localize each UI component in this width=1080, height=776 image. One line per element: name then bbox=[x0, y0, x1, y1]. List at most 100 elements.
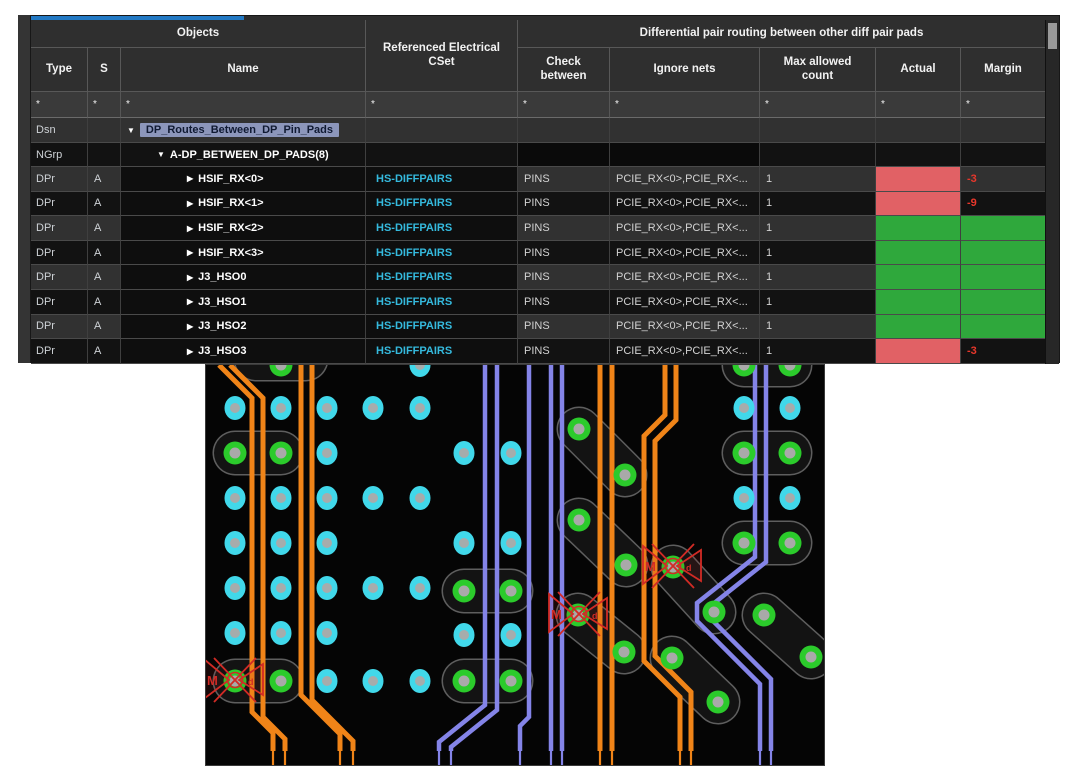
object-name[interactable]: J3_HSO3 bbox=[198, 345, 246, 357]
cell-actual[interactable] bbox=[876, 290, 961, 315]
cell-s[interactable]: A bbox=[88, 216, 121, 241]
expand-arrow-icon[interactable]: ▶ bbox=[187, 322, 193, 331]
cell-s[interactable]: A bbox=[88, 240, 121, 266]
expand-arrow-icon[interactable]: ▶ bbox=[187, 199, 193, 208]
cell-name[interactable]: ▶ J3_HSO2 bbox=[121, 314, 366, 340]
object-name[interactable]: J3_HSO1 bbox=[198, 296, 246, 308]
expand-arrow-icon[interactable]: ▶ bbox=[187, 273, 193, 282]
cell-margin[interactable]: -9 bbox=[961, 191, 1046, 217]
expand-arrow-icon[interactable]: ▶ bbox=[187, 224, 193, 233]
cell-actual[interactable] bbox=[876, 339, 961, 364]
cell-s[interactable]: A bbox=[88, 191, 121, 217]
column-header-ref-cset[interactable]: Referenced Electrical CSet bbox=[366, 20, 518, 92]
cell-ignore-nets[interactable]: PCIE_RX<0>,PCIE_RX<... bbox=[610, 216, 760, 241]
object-name[interactable]: HSIF_RX<2> bbox=[198, 222, 263, 234]
group-header-diff-pair[interactable]: Differential pair routing between other … bbox=[518, 20, 1046, 48]
scrollbar-thumb[interactable] bbox=[1048, 23, 1057, 49]
column-header-max-allowed-count[interactable]: Max allowed count bbox=[760, 48, 876, 92]
cell-ref-cset[interactable]: HS-DIFFPAIRS bbox=[366, 290, 518, 315]
cell-actual[interactable] bbox=[876, 118, 961, 143]
cell-s[interactable]: A bbox=[88, 167, 121, 192]
object-name[interactable]: HSIF_RX<1> bbox=[198, 197, 263, 209]
cell-name[interactable]: ▶ J3_HSO0 bbox=[121, 265, 366, 291]
object-name[interactable]: J3_HSO0 bbox=[198, 271, 246, 283]
cell-check-between[interactable]: PINS bbox=[518, 290, 610, 315]
cell-max-allowed[interactable]: 1 bbox=[760, 339, 876, 364]
cell-check-between[interactable]: PINS bbox=[518, 314, 610, 340]
cell-ignore-nets[interactable]: PCIE_RX<0>,PCIE_RX<... bbox=[610, 167, 760, 192]
column-header-name[interactable]: Name bbox=[121, 48, 366, 92]
cell-margin[interactable]: -3 bbox=[961, 339, 1046, 364]
table-row[interactable]: Dsn ▼ DP_Routes_Between_DP_Pin_Pads bbox=[31, 118, 1046, 143]
cell-check-between[interactable]: PINS bbox=[518, 167, 610, 192]
cell-max-allowed[interactable]: 1 bbox=[760, 216, 876, 241]
cell-type[interactable]: DPr bbox=[31, 314, 88, 340]
cell-actual[interactable] bbox=[876, 216, 961, 241]
table-row[interactable]: DPr A ▶ J3_HSO2 HS-DIFFPAIRS PINS PCIE_RX<0>,P… bbox=[31, 314, 1046, 340]
cell-type[interactable]: DPr bbox=[31, 240, 88, 266]
cell-margin[interactable] bbox=[961, 290, 1046, 315]
cell-max-allowed[interactable] bbox=[760, 118, 876, 143]
cell-actual[interactable] bbox=[876, 314, 961, 340]
filter-cell[interactable]: * bbox=[88, 92, 121, 118]
filter-cell[interactable]: * bbox=[31, 92, 88, 118]
cell-type[interactable]: DPr bbox=[31, 290, 88, 315]
column-header-actual[interactable]: Actual bbox=[876, 48, 961, 92]
expand-arrow-icon[interactable]: ▶ bbox=[187, 174, 193, 183]
cell-ref-cset[interactable] bbox=[366, 143, 518, 167]
cell-s[interactable] bbox=[88, 143, 121, 167]
selected-object-name[interactable]: DP_Routes_Between_DP_Pin_Pads bbox=[139, 123, 339, 137]
cell-ignore-nets[interactable]: PCIE_RX<0>,PCIE_RX<... bbox=[610, 339, 760, 364]
cell-check-between[interactable]: PINS bbox=[518, 216, 610, 241]
cell-actual[interactable] bbox=[876, 240, 961, 266]
table-row[interactable]: DPr A ▶ HSIF_RX<3> HS-DIFFPAIRS PINS PCIE_RX<0… bbox=[31, 240, 1046, 266]
object-name[interactable]: A-DP_BETWEEN_DP_PADS(8) bbox=[170, 149, 329, 161]
cell-margin[interactable] bbox=[961, 314, 1046, 340]
cell-name[interactable]: ▶ HSIF_RX<1> bbox=[121, 191, 366, 217]
cell-ignore-nets[interactable]: PCIE_RX<0>,PCIE_RX<... bbox=[610, 265, 760, 291]
cell-ref-cset[interactable]: HS-DIFFPAIRS bbox=[366, 167, 518, 192]
column-header-check-between[interactable]: Check between bbox=[518, 48, 610, 92]
table-row[interactable]: DPr A ▶ J3_HSO1 HS-DIFFPAIRS PINS PCIE_RX<0>,P… bbox=[31, 290, 1046, 315]
pcb-layout-canvas[interactable]: Md M d M d bbox=[205, 364, 825, 766]
cell-margin[interactable] bbox=[961, 265, 1046, 291]
cell-type[interactable]: Dsn bbox=[31, 118, 88, 143]
cell-margin[interactable] bbox=[961, 143, 1046, 167]
cell-type[interactable]: DPr bbox=[31, 167, 88, 192]
expand-arrow-icon[interactable]: ▶ bbox=[187, 297, 193, 306]
cell-margin[interactable]: -3 bbox=[961, 167, 1046, 192]
cell-ignore-nets[interactable]: PCIE_RX<0>,PCIE_RX<... bbox=[610, 290, 760, 315]
cell-ref-cset[interactable]: HS-DIFFPAIRS bbox=[366, 216, 518, 241]
cell-actual[interactable] bbox=[876, 265, 961, 291]
cell-ignore-nets[interactable]: PCIE_RX<0>,PCIE_RX<... bbox=[610, 240, 760, 266]
cell-max-allowed[interactable]: 1 bbox=[760, 167, 876, 192]
cell-check-between[interactable]: PINS bbox=[518, 265, 610, 291]
object-name[interactable]: J3_HSO2 bbox=[198, 320, 246, 332]
cell-s[interactable]: A bbox=[88, 339, 121, 364]
cell-s[interactable]: A bbox=[88, 314, 121, 340]
object-name[interactable]: HSIF_RX<0> bbox=[198, 173, 263, 185]
cell-margin[interactable] bbox=[961, 240, 1046, 266]
cell-actual[interactable] bbox=[876, 167, 961, 192]
table-row[interactable]: NGrp ▼ A-DP_BETWEEN_DP_PADS(8) bbox=[31, 143, 1046, 167]
column-header-ignore-nets[interactable]: Ignore nets bbox=[610, 48, 760, 92]
cell-ref-cset[interactable]: HS-DIFFPAIRS bbox=[366, 240, 518, 266]
cell-check-between[interactable]: PINS bbox=[518, 339, 610, 364]
cell-name[interactable]: ▼ A-DP_BETWEEN_DP_PADS(8) bbox=[121, 143, 366, 167]
cell-name[interactable]: ▼ DP_Routes_Between_DP_Pin_Pads bbox=[121, 118, 366, 143]
filter-cell[interactable]: * bbox=[961, 92, 1046, 118]
cell-actual[interactable] bbox=[876, 191, 961, 217]
table-row[interactable]: DPr A ▶ HSIF_RX<2> HS-DIFFPAIRS PINS PCIE_RX<0… bbox=[31, 216, 1046, 241]
object-name[interactable]: HSIF_RX<3> bbox=[198, 247, 263, 259]
expand-arrow-icon[interactable]: ▶ bbox=[187, 347, 193, 356]
cell-check-between[interactable]: PINS bbox=[518, 191, 610, 217]
cell-name[interactable]: ▶ HSIF_RX<2> bbox=[121, 216, 366, 241]
cell-type[interactable]: DPr bbox=[31, 191, 88, 217]
cell-margin[interactable] bbox=[961, 216, 1046, 241]
cell-check-between[interactable] bbox=[518, 143, 610, 167]
cell-max-allowed[interactable]: 1 bbox=[760, 240, 876, 266]
cell-check-between[interactable] bbox=[518, 118, 610, 143]
cell-name[interactable]: ▶ J3_HSO1 bbox=[121, 290, 366, 315]
cell-s[interactable] bbox=[88, 118, 121, 143]
column-header-margin[interactable]: Margin bbox=[961, 48, 1046, 92]
